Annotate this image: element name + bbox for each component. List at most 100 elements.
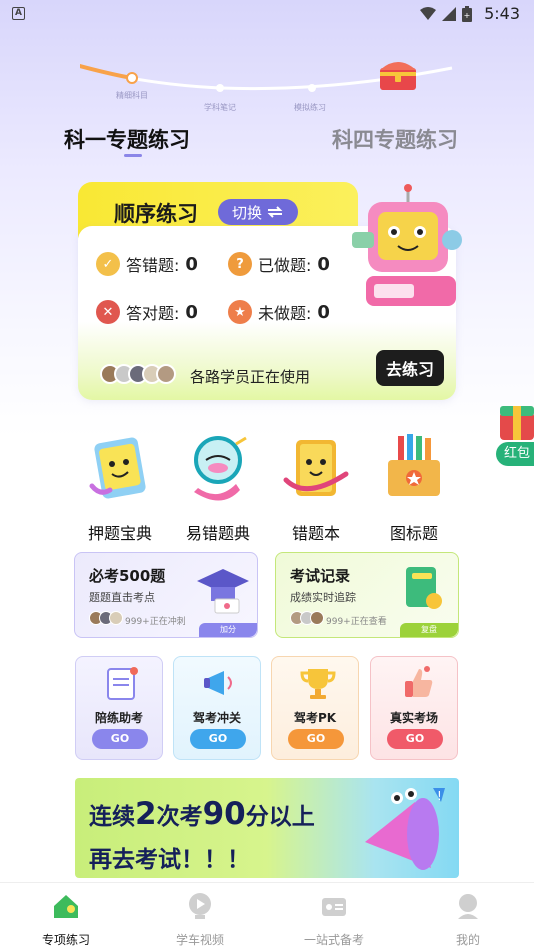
progress-label: 模拟练习 — [294, 103, 326, 112]
card-title: 考试记录 — [290, 567, 351, 585]
progress-label: 学科笔记 — [204, 103, 236, 112]
card-title: 必考500题 — [89, 567, 166, 585]
stat-value: 0 — [185, 301, 198, 323]
stat-wrong: ✓ 答错题: 0 — [96, 252, 198, 276]
stat-done: ? 已做题: 0 — [228, 252, 330, 276]
go-button[interactable]: GO — [288, 729, 344, 749]
question-badge-icon: ? — [228, 252, 252, 276]
robot-mascot-icon — [352, 184, 462, 306]
card-subtitle: 题题直击考点 — [89, 591, 155, 604]
quick-item-error-prone[interactable]: 易错题典 — [168, 430, 268, 544]
megaphone-icon — [204, 671, 232, 695]
tab-active-indicator — [124, 154, 142, 157]
quick-item-label: 押题宝典 — [87, 524, 152, 543]
star-badge-icon: ★ — [228, 300, 252, 324]
redpack-float[interactable]: 红包 — [496, 398, 534, 470]
companion-practice-card[interactable]: 陪练助考 GO — [75, 656, 163, 760]
wifi-icon — [420, 7, 436, 20]
progress-track: 精细科目 学科笔记 模拟练习 — [78, 60, 460, 120]
quick-item-bet-bank[interactable]: 押题宝典 — [70, 430, 170, 544]
battery-icon: + — [462, 6, 472, 22]
home-icon — [54, 895, 78, 918]
nav-one-stop-prep[interactable]: 一站式备考 — [294, 891, 374, 948]
swap-arrows-icon — [267, 206, 283, 218]
banner-line-two: 再去考试！！！ — [89, 847, 250, 873]
real-exam-card[interactable]: 真实考场 GO — [370, 656, 458, 760]
exam-record-card[interactable]: 考试记录 成绩实时追踪 999+正在查看 复盘 — [275, 552, 459, 638]
card-count: 999+正在查看 — [326, 617, 387, 627]
nav-special-practice[interactable]: 专项练习 — [26, 891, 106, 948]
stat-right: ✕ 答对题: 0 — [96, 300, 198, 324]
banner-line-one: 连续2次考90分以上 — [89, 796, 315, 832]
stat-undone: ★ 未做题: 0 — [228, 300, 330, 324]
pencil-box-icon — [388, 434, 440, 496]
nav-profile[interactable]: 我的 — [428, 891, 508, 948]
nav-label: 一站式备考 — [303, 933, 364, 947]
quick-entries: 押题宝典 易错题典 错题本 图标题 — [70, 430, 470, 543]
redpack-label: 红包 — [496, 442, 534, 466]
magnifier-icon — [194, 436, 247, 501]
tab-subject-four[interactable]: 科四专题练习 — [332, 124, 458, 154]
nav-label: 我的 — [455, 933, 480, 947]
mini-avatars — [290, 611, 324, 625]
clipboard-icon — [107, 667, 138, 700]
card-subtitle: 成绩实时追踪 — [290, 591, 356, 604]
stat-value: 0 — [317, 301, 330, 323]
user-icon — [458, 894, 478, 919]
switch-label: 切换 — [231, 203, 262, 222]
avatar — [156, 364, 176, 384]
check-badge-icon: ✓ — [96, 252, 120, 276]
go-button[interactable]: GO — [190, 729, 246, 749]
cross-badge-icon: ✕ — [96, 300, 120, 324]
record-book-icon — [406, 567, 442, 609]
order-practice-title: 顺序练习 — [114, 202, 198, 226]
graduation-cap-icon — [197, 569, 249, 614]
card-title: 陪练助考 — [94, 711, 143, 725]
treasure-chest-icon[interactable] — [376, 52, 420, 96]
app-indicator-icon: A — [12, 7, 25, 20]
quick-item-label: 易错题典 — [185, 524, 250, 543]
status-icons: + — [420, 6, 472, 22]
stat-value: 0 — [317, 253, 330, 275]
quick-item-sign-questions[interactable]: 图标题 — [364, 430, 464, 544]
quick-item-label: 图标题 — [389, 524, 438, 543]
mini-avatars — [89, 611, 123, 625]
radio-icon — [322, 898, 346, 916]
stat-label: 答对题: — [126, 304, 180, 323]
gift-box-icon — [500, 406, 534, 440]
go-practice-button[interactable]: 去练习 — [376, 350, 444, 386]
svg-text:!: ! — [437, 789, 442, 803]
stat-label: 已做题: — [258, 256, 312, 275]
stat-value: 0 — [185, 253, 198, 275]
card-count: 999+正在冲刺 — [125, 617, 186, 627]
go-button[interactable]: GO — [92, 729, 148, 749]
signal-icon — [442, 7, 456, 21]
nav-label: 专项练习 — [41, 933, 90, 947]
card-title: 驾考PK — [293, 711, 337, 725]
card-title: 驾考冲关 — [192, 711, 241, 725]
avatar — [310, 611, 324, 625]
avatar — [109, 611, 123, 625]
switch-button[interactable]: 切换 — [218, 199, 298, 225]
exam-rush-card[interactable]: 驾考冲关 GO — [173, 656, 261, 760]
exam-pk-card[interactable]: 驾考PK GO — [271, 656, 359, 760]
exam-readiness-banner[interactable]: 连续2次考90分以上 再去考试！！！ ! — [75, 778, 459, 878]
nav-driving-video[interactable]: 学车视频 — [160, 891, 240, 948]
book-icon — [89, 437, 146, 499]
stat-label: 未做题: — [258, 304, 312, 323]
clock: 5:43 — [484, 4, 520, 23]
card-corner-tag: 加分 — [199, 623, 257, 637]
user-avatars — [100, 364, 176, 384]
bottom-nav: 专项练习 学车视频 一站式备考 我的 — [0, 882, 534, 950]
must-500-card[interactable]: 必考500题 题题直击考点 999+正在冲刺 加分 — [74, 552, 258, 638]
status-bar: A + 5:43 — [0, 0, 534, 28]
stat-label: 答错题: — [126, 256, 180, 275]
subject-tabs: 科一专题练习 科四专题练习 — [0, 118, 534, 162]
quick-item-wrong-book[interactable]: 错题本 — [266, 430, 366, 544]
nav-label: 学车视频 — [175, 933, 224, 947]
card-corner-tag: 复盘 — [400, 623, 458, 637]
go-button[interactable]: GO — [387, 729, 443, 749]
trophy-icon — [300, 669, 336, 699]
tab-subject-one[interactable]: 科一专题练习 — [64, 124, 190, 154]
thumbs-up-icon — [405, 666, 433, 697]
